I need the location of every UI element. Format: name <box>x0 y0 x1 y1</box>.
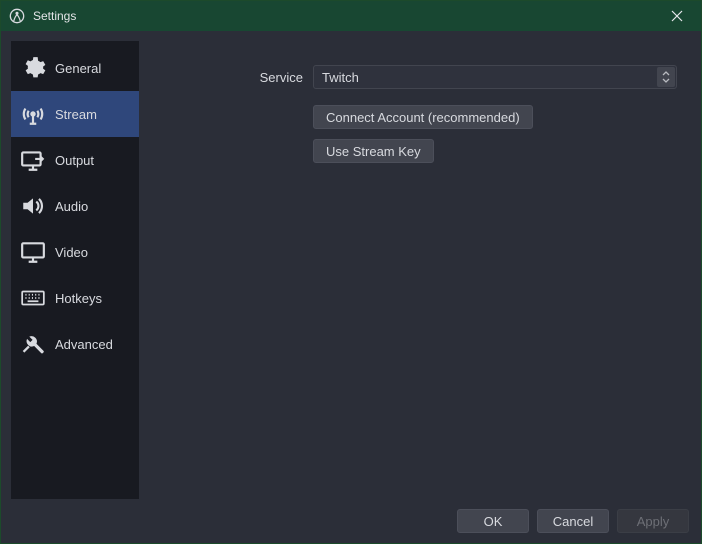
sidebar-item-label: Audio <box>55 199 88 214</box>
service-value: Twitch <box>322 70 359 85</box>
sidebar: General Stream Output Audio Video <box>11 41 139 499</box>
sidebar-item-general[interactable]: General <box>11 45 139 91</box>
window-title: Settings <box>33 9 76 23</box>
apply-button: Apply <box>617 509 689 533</box>
chevron-updown-icon <box>657 67 675 87</box>
ok-button[interactable]: OK <box>457 509 529 533</box>
service-label: Service <box>163 70 303 85</box>
sidebar-item-label: Advanced <box>55 337 113 352</box>
main-panel: Service Twitch Connect Account (recommen… <box>139 41 691 499</box>
sidebar-item-label: Stream <box>55 107 97 122</box>
cancel-button[interactable]: Cancel <box>537 509 609 533</box>
gear-icon <box>19 54 47 82</box>
use-key-row: Use Stream Key <box>163 139 677 163</box>
footer: OK Cancel Apply <box>1 499 701 543</box>
sidebar-item-audio[interactable]: Audio <box>11 183 139 229</box>
app-icon <box>9 8 25 24</box>
close-button[interactable] <box>659 2 695 30</box>
sidebar-item-output[interactable]: Output <box>11 137 139 183</box>
monitor-icon <box>19 238 47 266</box>
content: General Stream Output Audio Video <box>1 31 701 499</box>
speaker-icon <box>19 192 47 220</box>
tools-icon <box>19 330 47 358</box>
sidebar-item-stream[interactable]: Stream <box>11 91 139 137</box>
service-select[interactable]: Twitch <box>313 65 677 89</box>
keyboard-icon <box>19 284 47 312</box>
sidebar-item-label: Video <box>55 245 88 260</box>
output-icon <box>19 146 47 174</box>
titlebar-left: Settings <box>9 8 76 24</box>
sidebar-item-hotkeys[interactable]: Hotkeys <box>11 275 139 321</box>
use-stream-key-button[interactable]: Use Stream Key <box>313 139 434 163</box>
sidebar-item-label: Output <box>55 153 94 168</box>
antenna-icon <box>19 100 47 128</box>
sidebar-item-label: General <box>55 61 101 76</box>
connect-account-button[interactable]: Connect Account (recommended) <box>313 105 533 129</box>
service-row: Service Twitch <box>163 65 677 89</box>
connect-row: Connect Account (recommended) <box>163 105 677 129</box>
sidebar-item-video[interactable]: Video <box>11 229 139 275</box>
sidebar-item-advanced[interactable]: Advanced <box>11 321 139 367</box>
titlebar: Settings <box>1 1 701 31</box>
sidebar-item-label: Hotkeys <box>55 291 102 306</box>
